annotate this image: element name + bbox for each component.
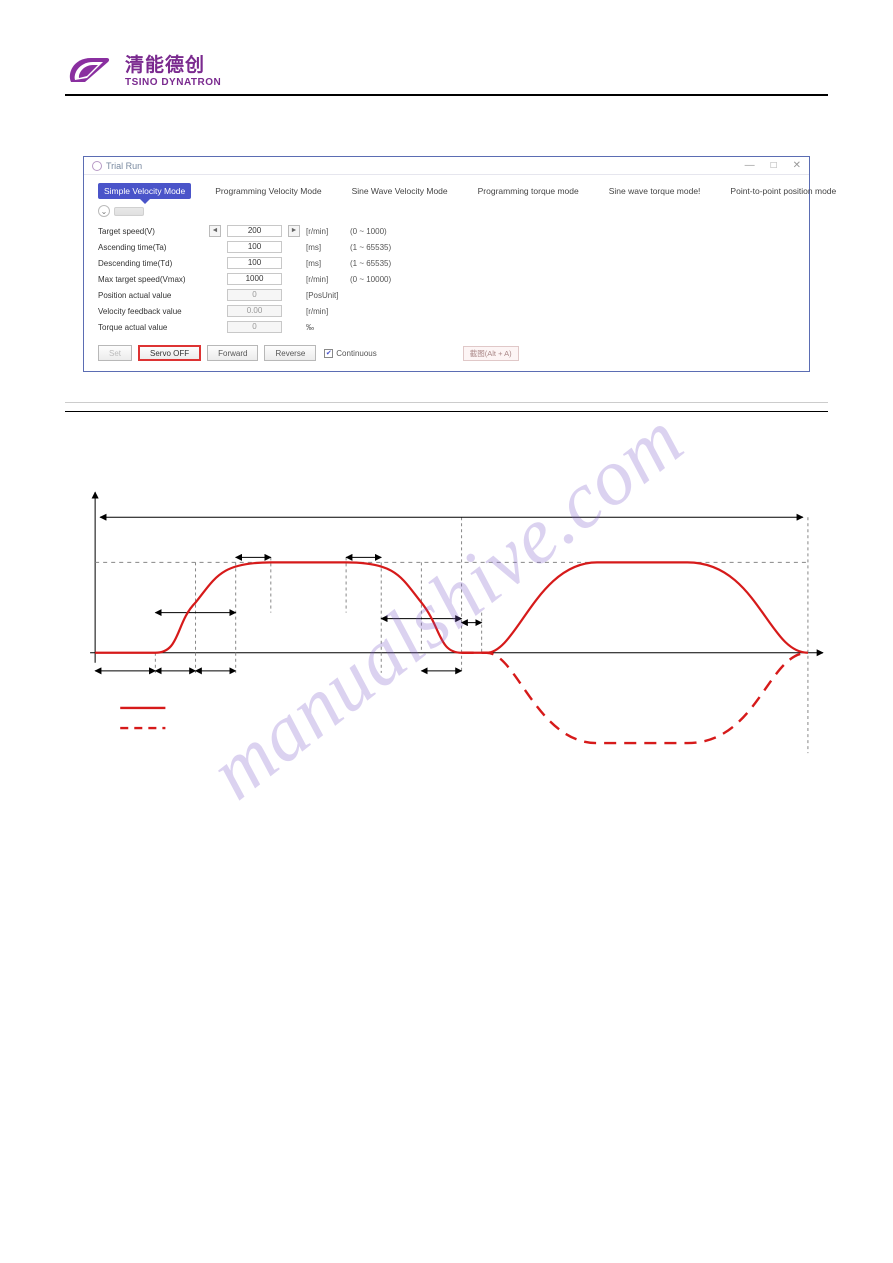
param-row-position: Position actual value 0 [PosUnit] <box>98 287 795 303</box>
refresh-row: ⌄ <box>84 203 809 223</box>
param-range: (1 ~ 65535) <box>350 259 391 268</box>
refresh-icon[interactable]: ⌄ <box>98 205 110 217</box>
param-range: (0 ~ 1000) <box>350 227 387 236</box>
param-readout-position: 0 <box>227 289 282 301</box>
checkmark-icon: ✔ <box>324 349 333 358</box>
param-label: Velocity feedback value <box>98 307 203 316</box>
reverse-button[interactable]: Reverse <box>264 345 316 361</box>
param-label: Max target speed(Vmax) <box>98 275 203 284</box>
window-minimize-button[interactable]: — <box>745 160 755 171</box>
app-window: Trial Run — □ ✕ Simple Velocity Mode Pro… <box>83 156 810 372</box>
tab-programming-velocity[interactable]: Programming Velocity Mode <box>209 183 327 199</box>
forward-button[interactable]: Forward <box>207 345 258 361</box>
param-input-ascending[interactable]: 100 <box>227 241 282 253</box>
param-unit: [r/min] <box>306 307 344 316</box>
param-readout-velocity: 0.00 <box>227 305 282 317</box>
param-row-ascending: Ascending time(Ta) 100 [ms] (1 ~ 65535) <box>98 239 795 255</box>
param-label: Position actual value <box>98 291 203 300</box>
mode-tabs: Simple Velocity Mode Programming Velocit… <box>84 175 809 203</box>
screenshot-hint: 截图(Alt + A) <box>463 346 519 361</box>
param-label: Torque actual value <box>98 323 203 332</box>
param-input-target-speed[interactable]: 200 <box>227 225 282 237</box>
parameter-grid: Target speed(V) ◄ 200 ► [r/min] (0 ~ 100… <box>84 223 809 341</box>
param-unit: [r/min] <box>306 227 344 236</box>
set-button[interactable]: Set <box>98 345 132 361</box>
window-titlebar: Trial Run — □ ✕ <box>84 157 809 175</box>
app-icon <box>92 161 102 171</box>
company-name-en: TSINO DYNATRON <box>125 77 221 88</box>
tab-point-position[interactable]: Point-to-point position mode <box>724 183 842 199</box>
separator-faint <box>65 402 828 403</box>
param-row-target-speed: Target speed(V) ◄ 200 ► [r/min] (0 ~ 100… <box>98 223 795 239</box>
window-close-button[interactable]: ✕ <box>793 160 801 171</box>
param-input-descending[interactable]: 100 <box>227 257 282 269</box>
velocity-profile-diagram <box>65 462 828 793</box>
company-logo-icon <box>65 52 113 86</box>
company-name: 清能德创 TSINO DYNATRON <box>125 50 221 88</box>
stepper-up-icon[interactable]: ► <box>288 225 300 237</box>
param-range: (0 ~ 10000) <box>350 275 391 284</box>
tab-simple-velocity[interactable]: Simple Velocity Mode <box>98 183 191 199</box>
param-unit: ‰ <box>306 323 344 332</box>
param-unit: [ms] <box>306 243 344 252</box>
window-maximize-button[interactable]: □ <box>771 160 777 171</box>
param-row-vmax: Max target speed(Vmax) 1000 [r/min] (0 ~… <box>98 271 795 287</box>
param-row-torque: Torque actual value 0 ‰ <box>98 319 795 335</box>
button-row: Set Servo OFF Forward Reverse ✔ Continuo… <box>84 341 809 371</box>
window-title: Trial Run <box>106 161 142 171</box>
param-readout-torque: 0 <box>227 321 282 333</box>
param-input-vmax[interactable]: 1000 <box>227 273 282 285</box>
param-unit: [r/min] <box>306 275 344 284</box>
servo-off-button[interactable]: Servo OFF <box>138 345 201 361</box>
param-range: (1 ~ 65535) <box>350 243 391 252</box>
company-name-cn: 清能德创 <box>125 50 221 77</box>
param-unit: [PosUnit] <box>306 291 344 300</box>
param-row-descending: Descending time(Td) 100 [ms] (1 ~ 65535) <box>98 255 795 271</box>
company-header: 清能德创 TSINO DYNATRON <box>65 50 828 96</box>
tab-sine-velocity[interactable]: Sine Wave Velocity Mode <box>346 183 454 199</box>
param-unit: [ms] <box>306 259 344 268</box>
continuous-label: Continuous <box>336 349 376 358</box>
param-label: Descending time(Td) <box>98 259 203 268</box>
param-label: Target speed(V) <box>98 227 203 236</box>
refresh-bar <box>114 207 144 216</box>
tab-sine-torque[interactable]: Sine wave torque mode! <box>603 183 707 199</box>
separator <box>65 411 828 412</box>
tab-programming-torque[interactable]: Programming torque mode <box>472 183 585 199</box>
stepper-down-icon[interactable]: ◄ <box>209 225 221 237</box>
continuous-checkbox[interactable]: ✔ Continuous <box>324 349 376 358</box>
param-row-velocity-fb: Velocity feedback value 0.00 [r/min] <box>98 303 795 319</box>
param-label: Ascending time(Ta) <box>98 243 203 252</box>
